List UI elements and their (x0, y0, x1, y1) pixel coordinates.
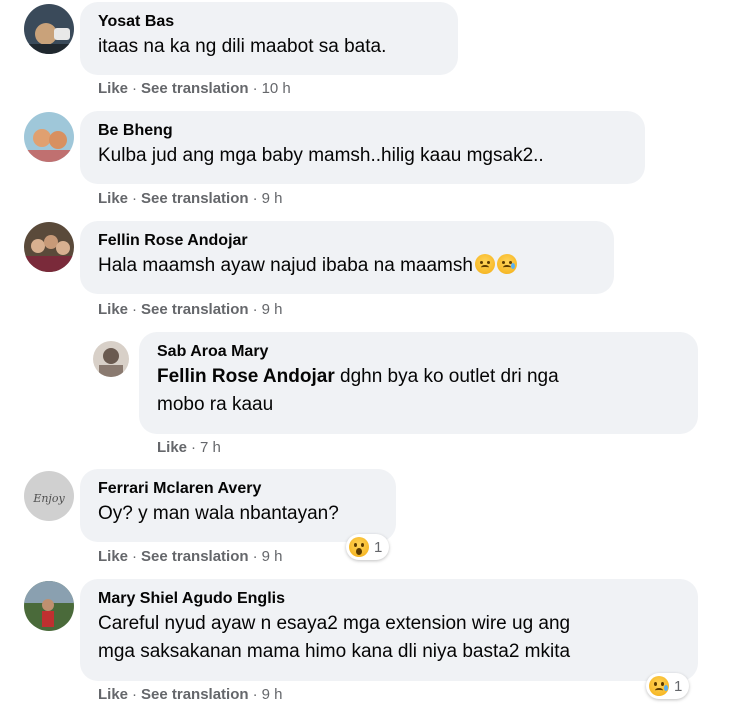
timestamp[interactable]: 9 h (262, 190, 283, 207)
like-link[interactable]: Like (98, 190, 128, 207)
timestamp[interactable]: 9 h (262, 548, 283, 565)
see-translation-link[interactable]: See translation (141, 548, 249, 565)
comment-author[interactable]: Fellin Rose Andojar (98, 230, 596, 251)
like-link[interactable]: Like (98, 301, 128, 318)
comment-text-line2: mga saksakanan mama himo kana dli niya b… (98, 641, 571, 662)
avatar[interactable] (93, 341, 129, 377)
mention-link[interactable]: Fellin Rose Andojar (157, 366, 335, 387)
separator: · (132, 80, 138, 97)
like-link[interactable]: Like (98, 686, 128, 703)
comment-bubble: Mary Shiel Agudo Englis Careful nyud aya… (80, 579, 698, 681)
separator: · (191, 439, 197, 456)
separator: · (132, 301, 138, 318)
sad-emoji-icon (474, 254, 495, 274)
comment-text-line2: mobo ra kaau (157, 394, 274, 415)
timestamp[interactable]: 9 h (262, 686, 283, 703)
comment-text-content: Hala maamsh ayaw najud ibaba na maamsh (98, 255, 473, 276)
reaction-count: 1 (374, 538, 383, 556)
separator: · (132, 190, 138, 207)
see-translation-link[interactable]: See translation (141, 301, 249, 318)
like-link[interactable]: Like (98, 80, 128, 97)
see-translation-link[interactable]: See translation (141, 80, 249, 97)
avatar[interactable] (24, 4, 74, 54)
separator: · (132, 548, 138, 565)
separator: · (132, 686, 138, 703)
separator: · (252, 548, 258, 565)
see-translation-link[interactable]: See translation (141, 686, 249, 703)
reaction-badge[interactable]: 1 (646, 673, 690, 699)
reply-actions: Like · 7 h (157, 439, 221, 456)
avatar[interactable] (24, 112, 74, 162)
sad-emoji-icon (649, 676, 669, 696)
like-link[interactable]: Like (157, 439, 187, 456)
separator: · (252, 80, 258, 97)
avatar[interactable] (24, 222, 74, 272)
comment-text: Kulba jud ang mga baby mamsh..hilig kaau… (98, 145, 544, 166)
comment-actions: Like · See translation · 9 h (98, 190, 282, 207)
avatar-text: Enjoy (32, 492, 65, 505)
comment-author[interactable]: Ferrari Mclaren Avery (98, 478, 378, 499)
avatar[interactable] (24, 581, 74, 631)
avatar[interactable]: Enjoy (24, 471, 74, 521)
comment-author[interactable]: Mary Shiel Agudo Englis (98, 588, 680, 609)
comment-actions: Like · See translation · 9 h (98, 686, 282, 703)
see-translation-link[interactable]: See translation (141, 190, 249, 207)
separator: · (252, 301, 258, 318)
comment-actions: Like · See translation · 10 h (98, 80, 291, 97)
comment-author[interactable]: Sab Aroa Mary (157, 341, 680, 362)
comment-bubble: Yosat Bas itaas na ka ng dili maabot sa … (80, 2, 458, 75)
comment-text-line1: dghn bya ko outlet dri nga (334, 366, 559, 387)
crying-emoji-icon (496, 254, 517, 274)
comment-bubble: Be Bheng Kulba jud ang mga baby mamsh..h… (80, 111, 645, 184)
comment-author[interactable]: Yosat Bas (98, 11, 440, 32)
timestamp[interactable]: 9 h (262, 301, 283, 318)
comment-text: Oy? y man wala nbantayan? (98, 503, 339, 524)
comment-actions: Like · See translation · 9 h (98, 301, 282, 318)
comment-text: itaas na ka ng dili maabot sa bata. (98, 36, 387, 57)
timestamp[interactable]: 10 h (262, 80, 291, 97)
wow-emoji-icon (349, 537, 369, 557)
timestamp[interactable]: 7 h (200, 439, 221, 456)
comment-bubble: Ferrari Mclaren Avery Oy? y man wala nba… (80, 469, 396, 542)
comment-text-line1: Careful nyud ayaw n esaya2 mga extension… (98, 613, 571, 634)
separator: · (252, 686, 258, 703)
reply-bubble: Sab Aroa Mary Fellin Rose Andojar dghn b… (139, 332, 698, 434)
comment-text: Fellin Rose Andojar dghn bya ko outlet d… (157, 363, 680, 391)
comment-author[interactable]: Be Bheng (98, 120, 627, 141)
comment-actions: Like · See translation · 9 h (98, 548, 282, 565)
comment-text: Hala maamsh ayaw najud ibaba na maamsh (98, 252, 596, 280)
separator: · (252, 190, 258, 207)
reaction-count: 1 (674, 677, 683, 695)
reaction-badge[interactable]: 1 (346, 534, 390, 560)
comment-bubble: Fellin Rose Andojar Hala maamsh ayaw naj… (80, 221, 614, 294)
like-link[interactable]: Like (98, 548, 128, 565)
